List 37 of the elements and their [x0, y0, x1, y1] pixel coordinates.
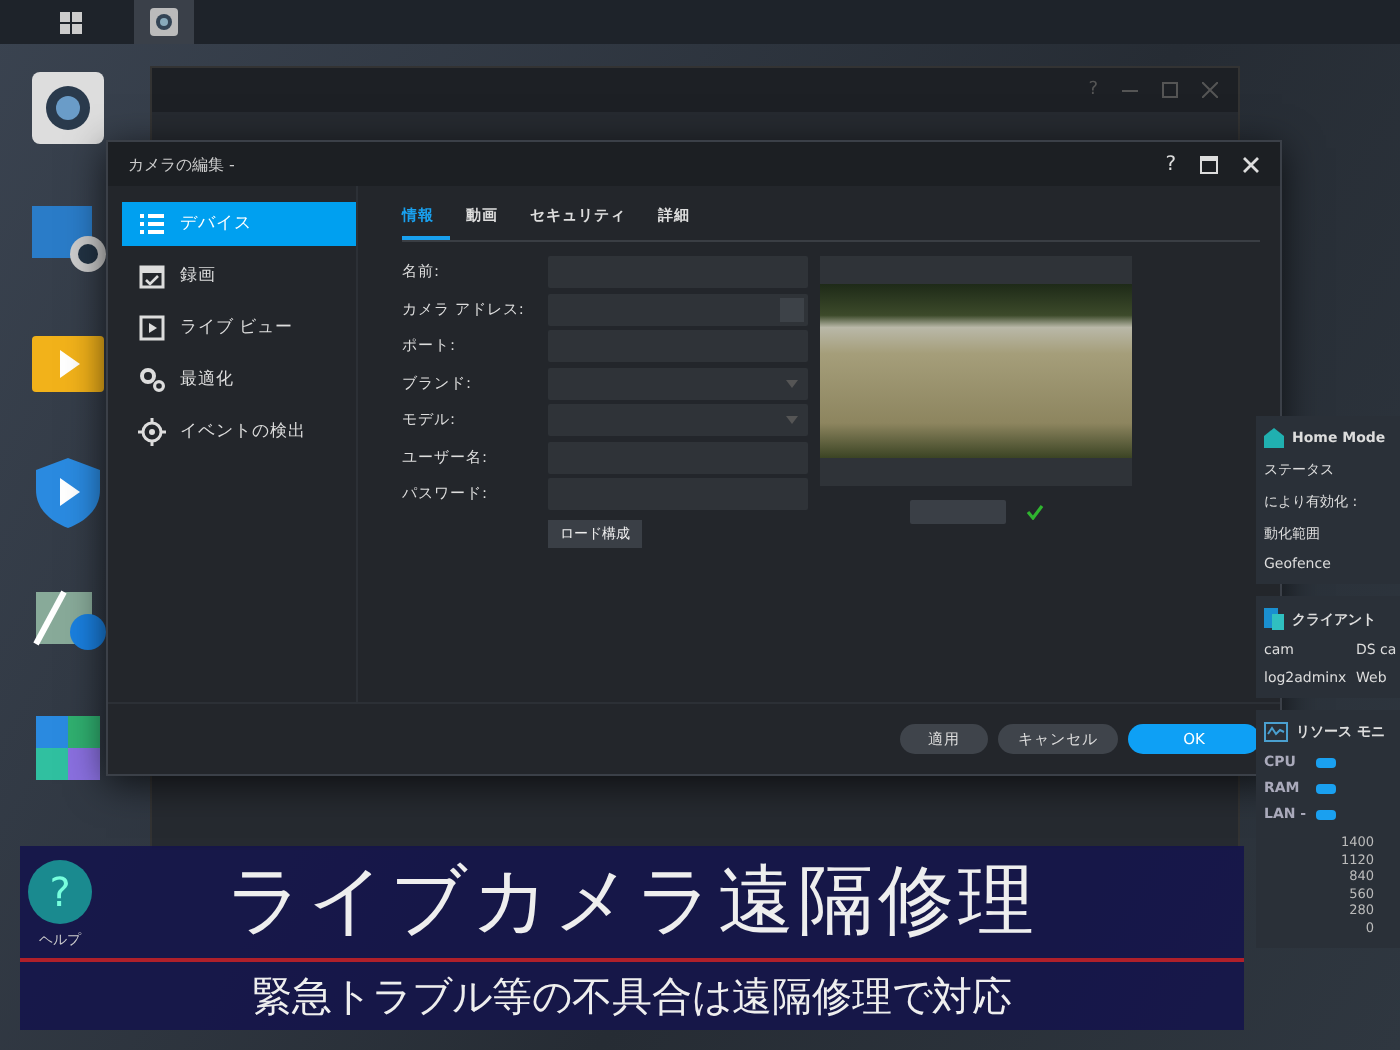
sidebar-item[interactable]: イベントの検出 [122, 410, 356, 454]
taskbar-button[interactable] [134, 0, 194, 44]
sidebar-item[interactable]: 最適化 [122, 358, 356, 402]
usage-bar [1316, 809, 1336, 819]
sidebar-item[interactable]: ライブ ビュー [122, 306, 356, 350]
input-field[interactable] [548, 293, 808, 325]
usage-bar [1316, 783, 1336, 793]
banner-title: ライブカメラ遠隔修理 [226, 854, 1038, 948]
input-field[interactable] [548, 367, 808, 399]
check-icon [1025, 504, 1043, 520]
target-icon [138, 418, 166, 446]
list-icon [138, 210, 166, 238]
banner-subtitle: 緊急トラブル等の不具合は遠隔修理で対応 [252, 970, 1012, 1024]
gears-icon [138, 366, 166, 394]
sidebar-item[interactable]: 録画 [122, 254, 356, 298]
calendar-icon [138, 262, 166, 290]
maximize-icon[interactable] [1200, 155, 1218, 173]
caret-icon [786, 416, 798, 424]
close-icon[interactable] [1242, 155, 1260, 173]
house-icon [1264, 428, 1284, 448]
dialog-title: カメラの編集 - [128, 153, 237, 175]
usage-bar [1316, 757, 1336, 767]
monitor-chart-icon [1264, 722, 1288, 742]
lookup-button[interactable] [780, 297, 804, 321]
caret-icon [786, 379, 798, 387]
maximize-icon [1162, 82, 1178, 98]
devices-icon [1264, 608, 1284, 630]
camera-app-icon [32, 72, 108, 148]
grid-icon [59, 11, 81, 33]
close-icon [1202, 82, 1218, 98]
minimize-icon [1122, 89, 1138, 91]
test-button[interactable] [909, 500, 1005, 524]
monitor-icon [32, 200, 108, 276]
input-field[interactable] [548, 404, 808, 436]
help-icon[interactable]: ? [1165, 153, 1176, 175]
camera-icon [150, 8, 178, 36]
play-icon [138, 314, 166, 342]
